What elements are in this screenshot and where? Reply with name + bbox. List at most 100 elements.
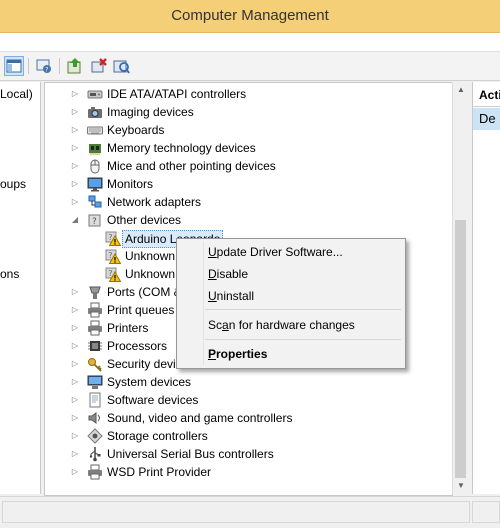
expanded-arrow-icon[interactable]: ◢ xyxy=(70,214,80,226)
unknown-device-icon: ? xyxy=(87,212,103,228)
collapsed-arrow-icon[interactable]: ▷ xyxy=(70,376,80,388)
collapsed-arrow-icon[interactable]: ▷ xyxy=(70,178,80,190)
actions-item-device-manager[interactable]: De xyxy=(473,108,500,130)
warning-device-icon: ? xyxy=(105,248,121,264)
collapsed-arrow-icon[interactable]: ▷ xyxy=(70,142,80,154)
tree-item-label: Software devices xyxy=(107,393,199,407)
tree-item-label: Imaging devices xyxy=(107,105,194,119)
svg-text:?: ? xyxy=(45,67,48,74)
collapsed-arrow-icon[interactable]: ▷ xyxy=(70,412,80,424)
menu-item-uninstall[interactable]: Uninstall xyxy=(208,289,254,303)
collapsed-arrow-icon[interactable]: ▷ xyxy=(70,196,80,208)
mouse-icon xyxy=(87,158,103,174)
port-icon xyxy=(87,284,103,300)
tree-category-item[interactable]: ▷ WSD Print Provider xyxy=(45,463,450,481)
status-segment xyxy=(472,501,500,523)
storage-controller-icon xyxy=(87,428,103,444)
menu-item-properties[interactable]: Properties xyxy=(208,347,267,361)
tree-category-item[interactable]: ▷ Memory technology devices xyxy=(45,139,450,157)
printer-icon xyxy=(87,302,103,318)
tree-category-item[interactable]: ▷ Imaging devices xyxy=(45,103,450,121)
tree-category-item[interactable]: ▷ IDE ATA/ATAPI controllers xyxy=(45,85,450,103)
tree-category-item[interactable]: ▷ Universal Serial Bus controllers xyxy=(45,445,450,463)
tree-category-item[interactable]: ▷ Keyboards xyxy=(45,121,450,139)
tree-item-label: System devices xyxy=(107,375,192,389)
actions-pane: Acti De xyxy=(472,82,500,494)
tree-category-item[interactable]: ▷ Network adapters xyxy=(45,193,450,211)
menu-item-scan-hardware[interactable]: Scan for hardware changes xyxy=(208,318,355,332)
tree-category-item[interactable]: ◢? Other devices xyxy=(45,211,450,229)
menu-gutter xyxy=(203,241,204,365)
status-segment xyxy=(2,501,470,523)
console-tree-pane[interactable]: Local) oups ons xyxy=(0,82,41,494)
show-hide-console-tree-icon[interactable] xyxy=(4,56,24,76)
tree-item-label: Processors xyxy=(107,339,168,353)
security-key-icon xyxy=(87,356,103,372)
tree-category-item[interactable]: ▷ Mice and other pointing devices xyxy=(45,157,450,175)
ide-controller-icon xyxy=(87,86,103,102)
tree-item-label: Printers xyxy=(107,321,149,335)
camera-icon xyxy=(87,104,103,120)
collapsed-arrow-icon[interactable]: ▷ xyxy=(70,340,80,352)
collapsed-arrow-icon[interactable]: ▷ xyxy=(70,394,80,406)
printer-icon xyxy=(87,464,103,480)
collapsed-arrow-icon[interactable]: ▷ xyxy=(70,88,80,100)
collapsed-arrow-icon[interactable]: ▷ xyxy=(70,430,80,442)
tree-category-item[interactable]: ▷ System devices xyxy=(45,373,450,391)
collapsed-arrow-icon[interactable]: ▷ xyxy=(70,286,80,298)
processor-icon xyxy=(87,338,103,354)
tree-category-item[interactable]: ▷ Monitors xyxy=(45,175,450,193)
tree-category-item[interactable]: ▷ Storage controllers xyxy=(45,427,450,445)
keyboard-icon xyxy=(87,122,103,138)
toolbar-separator xyxy=(59,58,60,74)
collapsed-arrow-icon[interactable]: ▷ xyxy=(70,322,80,334)
tree-category-item[interactable]: ▷ Software devices xyxy=(45,391,450,409)
console-tree-item[interactable]: oups xyxy=(0,177,26,191)
tree-item-label: WSD Print Provider xyxy=(107,465,212,479)
menu-item-update-driver[interactable]: Update Driver Software... xyxy=(208,245,343,259)
tree-item-label: Keyboards xyxy=(107,123,165,137)
collapsed-arrow-icon[interactable]: ▷ xyxy=(70,448,80,460)
tree-item-label: Monitors xyxy=(107,177,154,191)
usb-icon xyxy=(87,446,103,462)
scroll-down-arrow[interactable]: ▼ xyxy=(453,478,469,494)
tree-item-label: Mice and other pointing devices xyxy=(107,159,276,173)
tree-scrollbar[interactable]: ▲ ▼ xyxy=(452,82,469,494)
memory-card-icon xyxy=(87,140,103,156)
console-tree-item[interactable]: ons xyxy=(0,267,19,281)
svg-text:?: ? xyxy=(92,217,97,227)
window-titlebar[interactable]: Computer Management xyxy=(0,0,500,33)
menu-bar xyxy=(0,33,500,52)
toolbar: ? xyxy=(0,52,500,81)
context-menu: Update Driver Software... Disable Uninst… xyxy=(176,238,406,369)
collapsed-arrow-icon[interactable]: ▷ xyxy=(70,466,80,478)
window-title: Computer Management xyxy=(171,7,329,24)
software-device-icon xyxy=(87,392,103,408)
menu-item-disable[interactable]: Disable xyxy=(208,267,248,281)
collapsed-arrow-icon[interactable]: ▷ xyxy=(70,124,80,136)
collapsed-arrow-icon[interactable]: ▷ xyxy=(70,160,80,172)
tree-item-label: Other devices xyxy=(107,213,182,227)
toolbar-separator xyxy=(28,58,29,74)
collapsed-arrow-icon[interactable]: ▷ xyxy=(70,304,80,316)
menu-separator xyxy=(205,339,401,340)
scroll-up-arrow[interactable]: ▲ xyxy=(453,82,469,98)
update-driver-icon[interactable] xyxy=(66,57,84,75)
scan-hardware-changes-icon[interactable] xyxy=(112,57,130,75)
system-device-icon xyxy=(87,374,103,390)
console-tree-item[interactable]: Local) xyxy=(0,87,33,101)
uninstall-device-icon[interactable] xyxy=(90,57,108,75)
warning-device-icon: ? xyxy=(105,266,121,282)
tree-item-label: Memory technology devices xyxy=(107,141,256,155)
tree-category-item[interactable]: ▷ Sound, video and game controllers xyxy=(45,409,450,427)
scroll-thumb[interactable] xyxy=(455,220,466,478)
speaker-icon xyxy=(87,410,103,426)
help-icon[interactable]: ? xyxy=(35,57,53,75)
actions-header: Acti xyxy=(473,82,500,107)
monitor-icon xyxy=(87,176,103,192)
collapsed-arrow-icon[interactable]: ▷ xyxy=(70,358,80,370)
status-bar xyxy=(0,496,500,528)
warning-device-icon: ? xyxy=(105,230,121,246)
collapsed-arrow-icon[interactable]: ▷ xyxy=(70,106,80,118)
menu-separator xyxy=(205,309,401,310)
